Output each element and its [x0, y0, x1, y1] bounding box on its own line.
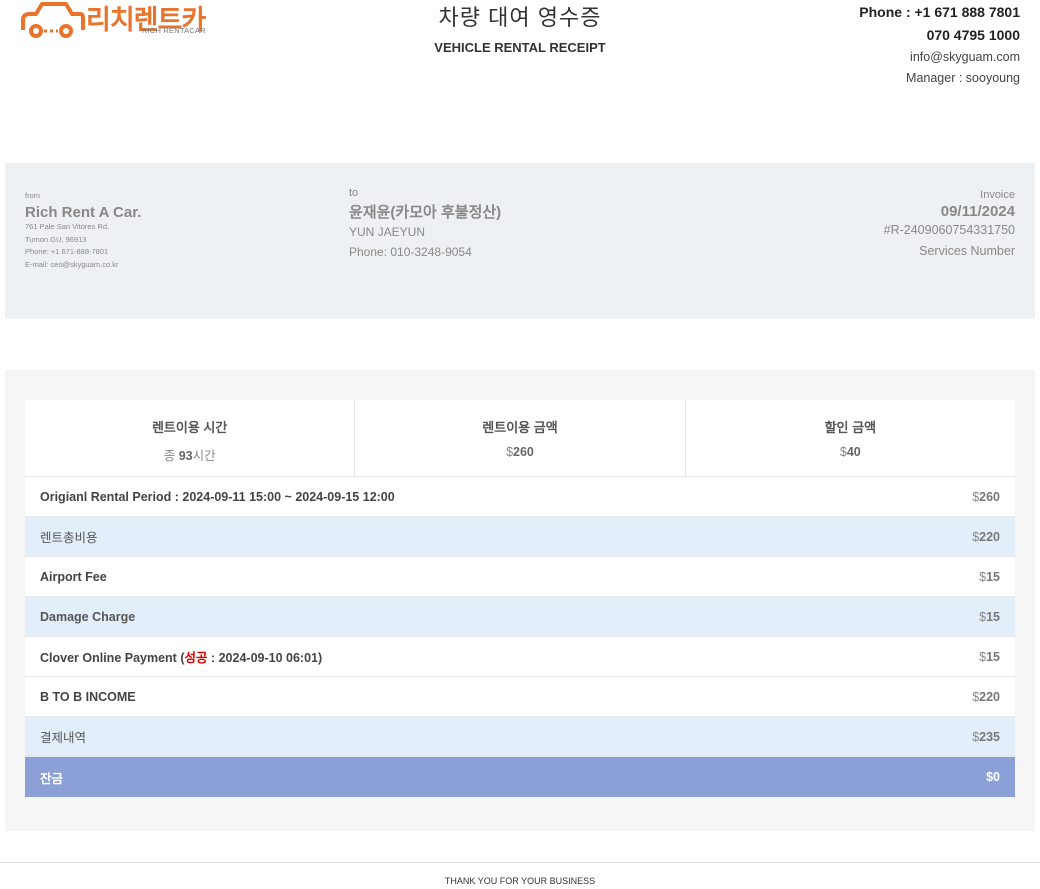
rental-hours-value: 종 93시간 [163, 449, 216, 463]
line-item-label: Origianl Rental Period : 2024-09-11 15:0… [40, 489, 395, 504]
line-item-amount: $220 [972, 529, 1000, 544]
footer-divider [0, 862, 1040, 863]
line-item-amount: $15 [979, 569, 1000, 584]
to-label: to [349, 187, 359, 199]
billing-info: from Rich Rent A Car. 761 Pale San Vitor… [5, 163, 1035, 319]
line-item-label: B TO B INCOME [40, 689, 136, 704]
balance-amount: $0 [986, 770, 1000, 784]
contact-phone-secondary: 070 4795 1000 [926, 27, 1020, 43]
line-item-amount: $260 [972, 489, 1000, 504]
contact-info: Phone : +1 671 888 7801 070 4795 1000 in… [859, 4, 1020, 92]
line-item-label: Clover Online Payment (성공 : 2024-09-10 0… [40, 651, 323, 665]
invoice-number: #R-2409060754331750 [883, 223, 1015, 237]
line-item-b2b-income: B TO B INCOME $220 [25, 677, 1015, 717]
line-item-airport-fee: Airport Fee $15 [25, 557, 1015, 597]
line-item-amount: $15 [979, 609, 1000, 624]
contact-manager: Manager : sooyoung [906, 71, 1020, 85]
line-item-clover-payment: Clover Online Payment (성공 : 2024-09-10 0… [25, 637, 1015, 677]
rental-amount-label: 렌트이용 금액 [482, 420, 558, 435]
to-name-en: YUN JAEYUN [349, 225, 426, 239]
line-item-amount: $15 [979, 649, 1000, 664]
from-email: E-mail: ceo@skyguam.co.kr [25, 259, 119, 269]
discount-card: 할인 금액 $40 [686, 400, 1015, 476]
line-item-amount: $235 [972, 729, 1000, 744]
line-item-original-period: Origianl Rental Period : 2024-09-11 15:0… [25, 477, 1015, 517]
line-item-label: Airport Fee [40, 569, 107, 584]
line-item-damage-charge: Damage Charge $15 [25, 597, 1015, 637]
summary-cards: 렌트이용 시간 종 93시간 렌트이용 금액 $260 할인 금액 $40 [25, 400, 1015, 477]
line-item-amount: $220 [972, 689, 1000, 704]
from-phone: Phone: +1 671-888-7801 [25, 247, 109, 256]
line-item-balance: 잔금 $0 [25, 757, 1015, 797]
from-address-line2: Tumon GU, 96913 [25, 234, 87, 244]
to-block: to 윤재윤(카모아 후불정산) YUN JAEYUN Phone: 010-3… [349, 187, 501, 262]
discount-label: 할인 금액 [824, 420, 877, 435]
payment-status: 성공 [184, 651, 208, 665]
invoice-block: Invoice 09/11/2024 #R-2409060754331750 S… [884, 189, 1015, 262]
receipt-summary: 렌트이용 시간 종 93시간 렌트이용 금액 $260 할인 금액 $40 Or… [5, 370, 1035, 831]
balance-label: 잔금 [40, 771, 64, 786]
discount-value: $40 [839, 445, 861, 459]
invoice-date: 09/11/2024 [940, 203, 1015, 220]
line-items: Origianl Rental Period : 2024-09-11 15:0… [25, 477, 1015, 797]
line-item-label: 결제내역 [40, 731, 87, 745]
rental-amount-value: $260 [506, 445, 534, 459]
rental-hours-label: 렌트이용 시간 [151, 420, 228, 435]
line-item-label: Damage Charge [40, 609, 136, 624]
line-item-label: 렌트총비용 [40, 531, 98, 545]
rental-hours-card: 렌트이용 시간 종 93시간 [25, 400, 356, 476]
invoice-services-label: Services Number [919, 244, 1015, 258]
from-name: Rich Rent A Car. [25, 204, 142, 221]
contact-phone: Phone : +1 671 888 7801 [859, 4, 1020, 20]
to-phone: Phone: 010-3248-9054 [349, 245, 472, 259]
contact-email: info@skyguam.com [910, 50, 1020, 64]
from-block: from Rich Rent A Car. 761 Pale San Vitor… [25, 191, 141, 271]
from-label: from [25, 191, 40, 200]
from-address-line1: 761 Pale San Vitores Rd, [25, 222, 110, 231]
rental-amount-card: 렌트이용 금액 $260 [355, 400, 686, 476]
invoice-label: Invoice [980, 189, 1015, 201]
line-item-total-cost: 렌트총비용 $220 [25, 517, 1015, 557]
to-name: 윤재윤(카모아 후불정산) [349, 204, 502, 221]
line-item-payment-history: 결제내역 $235 [25, 717, 1015, 757]
footer-text: THANK YOU FOR YOUR BUSINESS [444, 876, 596, 886]
